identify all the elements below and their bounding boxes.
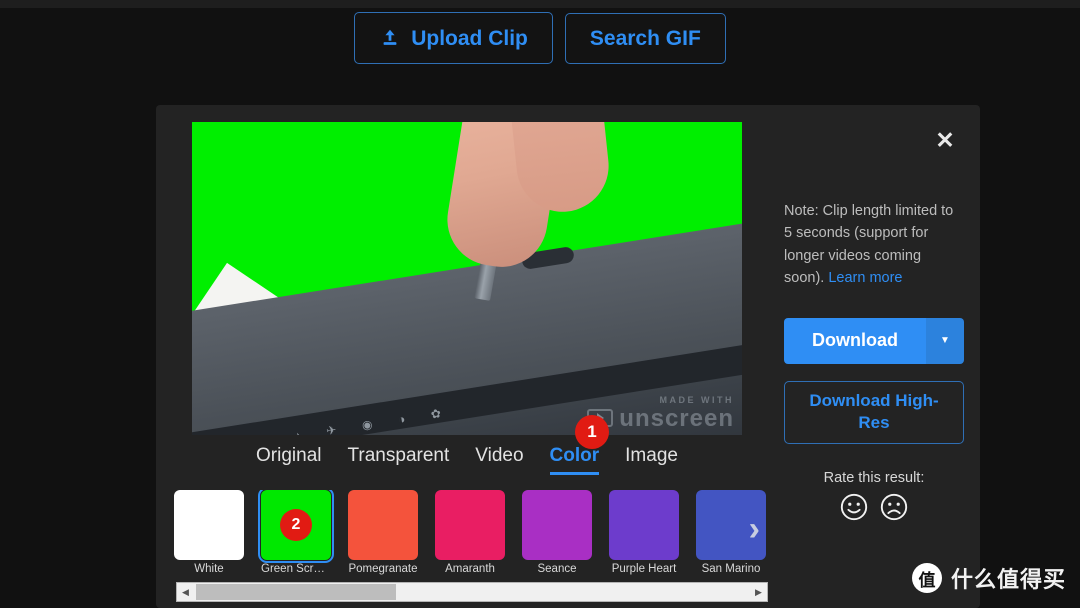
fn-icon-4: ✈	[325, 422, 338, 435]
swatch-seance[interactable]: Seance	[522, 490, 592, 582]
upload-clip-label: Upload Clip	[411, 26, 528, 50]
swatch-color-box[interactable]	[435, 490, 505, 560]
close-icon[interactable]: ✕	[932, 127, 958, 153]
color-swatch-list[interactable]: White 2 Green Screen Pomegranate Amarant…	[174, 490, 766, 582]
swatch-amaranth[interactable]: Amaranth	[435, 490, 505, 582]
output-type-tabs: Original Transparent Video Color Image	[192, 445, 742, 475]
fn-icon-5: ◉	[360, 417, 374, 433]
tab-color[interactable]: Color	[549, 445, 599, 475]
swatch-label: Green Screen	[261, 563, 331, 575]
swatch-label: Seance	[537, 563, 577, 575]
search-gif-button[interactable]: Search GIF	[564, 12, 726, 64]
swatch-purple-heart[interactable]: Purple Heart	[609, 490, 679, 582]
swatch-label: San Marino	[701, 563, 761, 575]
fn-icon-2: ☼	[257, 433, 270, 435]
upload-clip-button[interactable]: Upload Clip	[354, 12, 553, 64]
fn-icon-7: ✿	[429, 406, 442, 422]
page-root: Upload Clip Search GIF ✕ ⌨ ☼ ♪ ✈ ◉ ◑ ✿	[0, 0, 1080, 608]
swatch-green-screen[interactable]: 2 Green Screen	[258, 490, 334, 582]
scrollbar-thumb[interactable]	[196, 584, 396, 600]
step-badge-2: 2	[280, 509, 312, 541]
scrollbar-track[interactable]	[194, 583, 750, 601]
tab-image[interactable]: Image	[625, 445, 678, 472]
swatch-color-box[interactable]	[174, 490, 244, 560]
sad-face-icon[interactable]	[879, 492, 909, 522]
swatch-white[interactable]: White	[174, 490, 244, 582]
fn-icon-6: ◑	[396, 411, 407, 427]
swatch-color-box[interactable]	[609, 490, 679, 560]
video-preview[interactable]: ⌨ ☼ ♪ ✈ ◉ ◑ ✿ MADE WITH unscreen	[192, 122, 742, 435]
swatch-label: Purple Heart	[611, 563, 677, 575]
scroll-right-arrow-icon[interactable]: ▶	[750, 583, 767, 601]
swatch-pomegranate[interactable]: Pomegranate	[348, 490, 418, 582]
site-watermark-text: 什么值得买	[950, 567, 1066, 592]
swatch-label: Pomegranate	[348, 563, 418, 575]
watermark-brand-label: unscreen	[619, 404, 734, 432]
unscreen-watermark: MADE WITH unscreen	[587, 395, 734, 431]
site-watermark: 值 什么值得买	[911, 562, 1066, 594]
swatch-scrollbar[interactable]: ◀ ▶	[176, 582, 768, 602]
download-high-res-button[interactable]: Download High-Res	[784, 380, 964, 444]
side-controls: Note: Clip length limited to 5 seconds (…	[784, 200, 964, 522]
swatch-color-box[interactable]: ›	[696, 490, 766, 560]
rate-label: Rate this result:	[823, 469, 925, 486]
swatch-color-box[interactable]	[348, 490, 418, 560]
site-logo-icon: 值	[911, 563, 942, 593]
rate-face-buttons	[784, 492, 964, 522]
chevron-down-icon[interactable]: ▼	[926, 317, 964, 364]
clip-length-note: Note: Clip length limited to 5 seconds (…	[784, 200, 964, 290]
swatch-color-box[interactable]: 2	[258, 490, 334, 563]
happy-face-icon[interactable]	[839, 492, 869, 522]
learn-more-link[interactable]: Learn more	[828, 270, 902, 286]
download-button[interactable]: Download	[784, 317, 926, 364]
swatch-label: Amaranth	[445, 563, 495, 575]
top-strip	[0, 0, 1080, 8]
step-badge-1: 1	[575, 415, 609, 449]
rate-result-section: Rate this result:	[784, 470, 964, 522]
fn-icon-3: ♪	[294, 428, 302, 435]
scroll-left-arrow-icon[interactable]: ◀	[177, 583, 194, 601]
tab-transparent[interactable]: Transparent	[348, 445, 450, 472]
search-gif-label: Search GIF	[589, 26, 701, 50]
swatch-san-marino[interactable]: › San Marino	[696, 490, 766, 582]
watermark-brand: unscreen	[587, 406, 734, 431]
upload-icon	[379, 27, 401, 49]
top-action-bar: Upload Clip Search GIF	[0, 12, 1080, 64]
swatch-label: White	[194, 563, 224, 575]
swatch-color-box[interactable]	[522, 490, 592, 560]
tab-original[interactable]: Original	[256, 445, 321, 472]
result-panel: ✕ ⌨ ☼ ♪ ✈ ◉ ◑ ✿ MADE WITH	[156, 105, 980, 608]
tab-video[interactable]: Video	[475, 445, 523, 472]
chevron-right-icon[interactable]: ›	[749, 512, 760, 546]
download-split-button[interactable]: Download ▼	[784, 317, 964, 364]
